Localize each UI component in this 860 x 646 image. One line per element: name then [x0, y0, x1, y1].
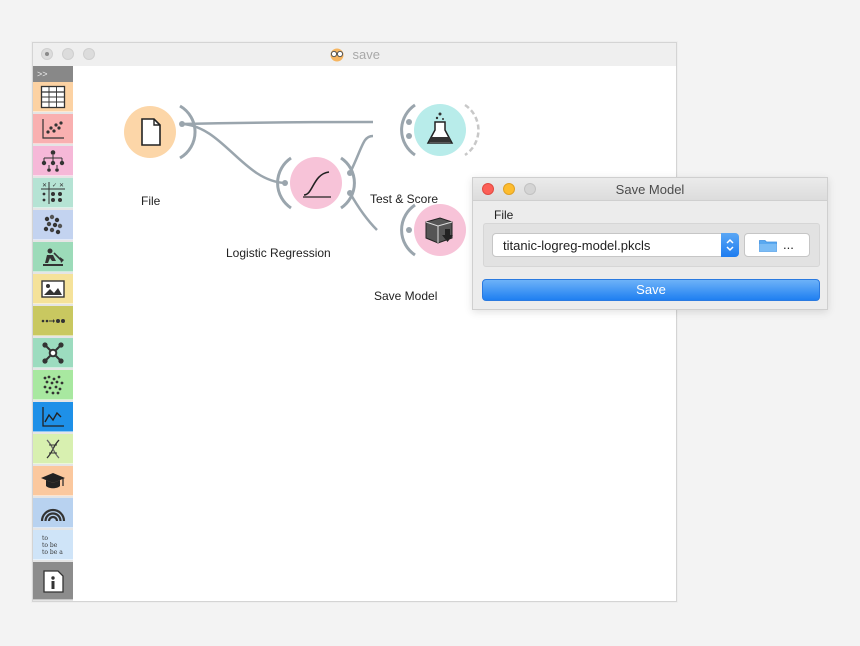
svg-text:✕: ✕	[59, 182, 64, 189]
toolbox-category-mining[interactable]	[33, 242, 73, 272]
save-button[interactable]: Save	[482, 279, 820, 301]
main-titlebar: save	[33, 43, 676, 66]
toolbox-category-image[interactable]	[33, 274, 73, 304]
window-title: save	[352, 47, 380, 63]
info-icon	[43, 569, 64, 593]
line-chart-icon	[42, 406, 64, 427]
education-icon	[41, 472, 65, 488]
node-label-logistic-regression: Logistic Regression	[226, 246, 331, 260]
save-model-icon	[425, 217, 453, 244]
toolbox-category-education[interactable]	[33, 466, 73, 496]
toolbox-category-unsupervised[interactable]	[33, 210, 73, 240]
toolbox-category-data[interactable]	[33, 82, 73, 112]
folder-icon	[759, 240, 777, 252]
node-logistic-regression[interactable]	[276, 156, 356, 210]
spectroscopy-icon	[40, 508, 66, 521]
svg-text:✕: ✕	[42, 182, 47, 189]
title-wrap: save	[33, 46, 676, 64]
timeseries-icon	[41, 318, 65, 323]
node-label-save-model: Save Model	[374, 289, 438, 303]
widget-toolbox: >> ✕ ✓ ✕ to to be to be a	[33, 66, 73, 601]
single-cell-icon	[43, 375, 64, 394]
browse-button[interactable]: ...	[744, 233, 810, 257]
toolbox-category-prototypes[interactable]	[33, 402, 73, 432]
toolbox-category-evaluate[interactable]: ✕ ✓ ✕	[33, 178, 73, 208]
select-arrows-icon[interactable]	[721, 233, 739, 257]
mining-icon	[43, 248, 64, 266]
node-label-file: File	[141, 194, 161, 208]
link-file-logreg[interactable]	[181, 122, 286, 185]
svg-text:✓: ✓	[52, 182, 57, 189]
testscore-input-anchor[interactable]	[400, 103, 416, 157]
toolbox-category-network[interactable]	[33, 338, 73, 368]
text-mining-line-1: to	[42, 535, 48, 542]
node-test-and-score[interactable]	[400, 103, 480, 157]
scatter-plot-icon	[42, 118, 64, 139]
toolbox-category-timeseries[interactable]	[33, 306, 73, 336]
toolbox-info[interactable]	[33, 562, 73, 600]
node-save-model[interactable]	[400, 203, 466, 257]
toolbox-category-text-mining[interactable]: to to be to be a	[33, 530, 73, 560]
browse-label: ...	[783, 237, 794, 252]
file-select-value: titanic-logreg-model.pkcls	[503, 238, 651, 253]
save-model-dialog: Save Model File titanic-logreg-model.pkc…	[472, 177, 828, 310]
file-group-label: File	[494, 208, 514, 222]
toolbox-category-spectroscopy[interactable]	[33, 498, 73, 528]
toolbox-toggle[interactable]: >>	[33, 66, 73, 82]
text-mining-line-3: to be a	[42, 549, 63, 556]
dialog-title: Save Model	[615, 182, 685, 197]
data-table-icon	[40, 85, 66, 108]
toolbox-category-single-cell[interactable]	[33, 370, 73, 400]
glasses-owl-icon	[330, 48, 344, 62]
dialog-titlebar: Save Model	[473, 178, 827, 201]
node-file[interactable]	[124, 104, 197, 160]
workflow-graph	[124, 103, 480, 257]
confusion-matrix-icon: ✕ ✓ ✕	[41, 181, 65, 204]
bioinformatics-icon	[46, 439, 60, 458]
toolbox-category-model[interactable]	[33, 146, 73, 176]
file-output-anchor[interactable]	[179, 104, 197, 160]
text-mining-line-2: to be	[42, 542, 58, 549]
network-icon	[42, 341, 64, 364]
text-mining-icon: to to be to be a	[42, 535, 63, 556]
image-icon	[41, 279, 65, 298]
tree-icon	[41, 149, 65, 172]
toolbox-category-visualize[interactable]	[33, 114, 73, 144]
file-group: titanic-logreg-model.pkcls ...	[483, 223, 820, 267]
workflow-canvas[interactable]: File Logistic Regression Test & Score Sa…	[73, 66, 676, 601]
main-window: save >> ✕ ✓ ✕ to to be to be a File Logi…	[32, 42, 677, 602]
clustering-icon	[43, 214, 63, 234]
link-logreg-testscore[interactable]	[348, 134, 374, 174]
file-select[interactable]: titanic-logreg-model.pkcls	[492, 233, 739, 257]
link-file-testscore[interactable]	[181, 120, 374, 126]
file-icon	[141, 118, 161, 146]
testscore-output-anchor[interactable]	[464, 103, 480, 157]
toolbox-category-bioinformatics[interactable]	[33, 434, 73, 464]
node-label-test-and-score: Test & Score	[370, 192, 439, 206]
